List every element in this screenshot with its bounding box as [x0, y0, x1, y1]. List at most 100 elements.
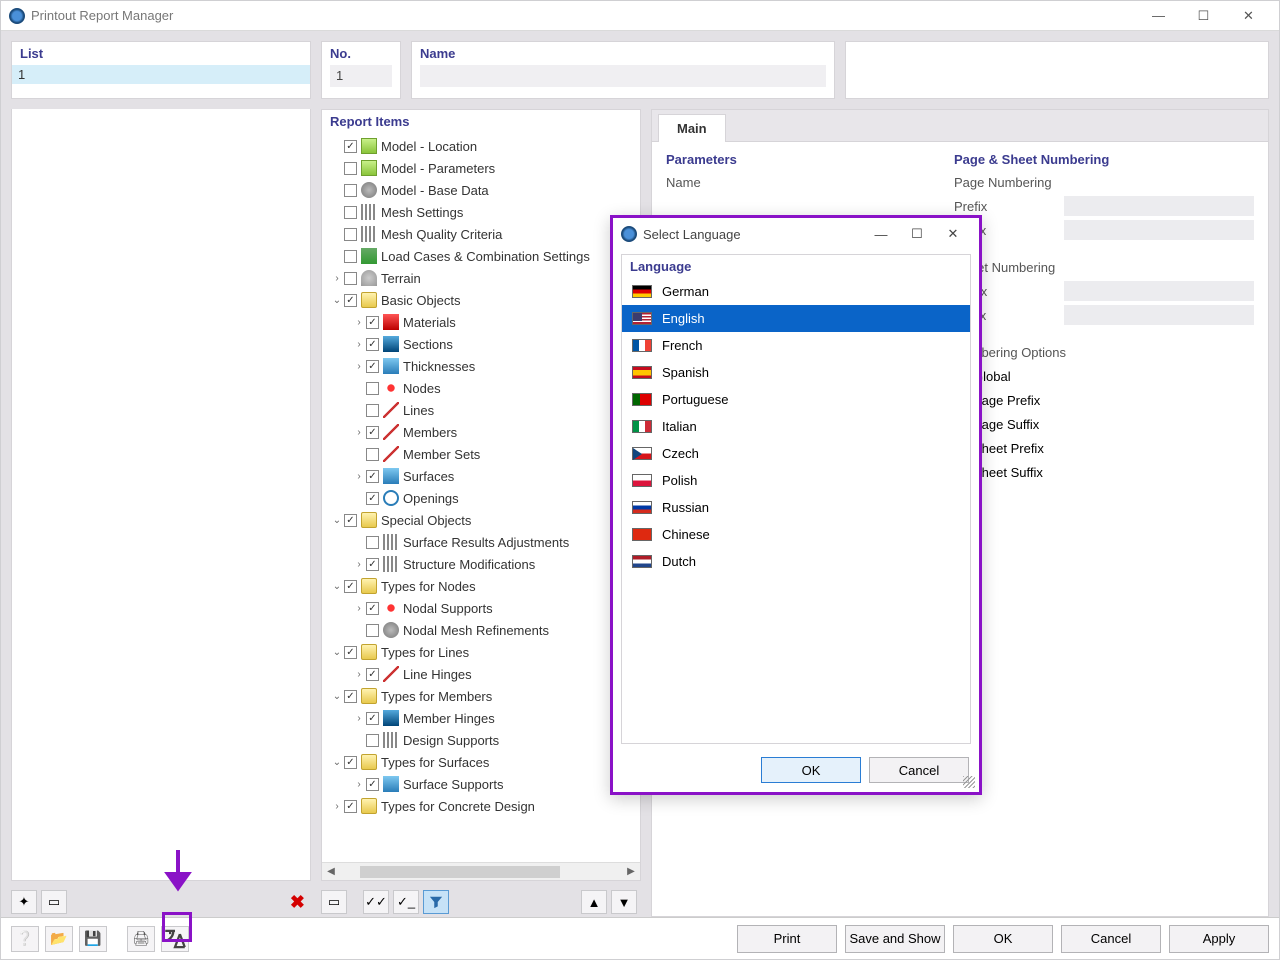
expand-icon[interactable]: ›: [352, 361, 366, 372]
tree-item[interactable]: ›Line Hinges: [322, 663, 640, 685]
copy-report-button[interactable]: ▭: [41, 890, 67, 914]
tree-item[interactable]: Surface Results Adjustments: [322, 531, 640, 553]
expand-icon[interactable]: ›: [352, 669, 366, 680]
tree-item[interactable]: Model - Parameters: [322, 157, 640, 179]
dialog-minimize-button[interactable]: —: [863, 227, 899, 242]
resize-grip-icon[interactable]: [963, 776, 975, 788]
filter-button[interactable]: [423, 890, 449, 914]
tree-item[interactable]: ›Member Hinges: [322, 707, 640, 729]
ok-button[interactable]: OK: [953, 925, 1053, 953]
tree-item[interactable]: Mesh Settings: [322, 201, 640, 223]
language-list[interactable]: GermanEnglishFrenchSpanishPortugueseItal…: [622, 278, 970, 743]
language-item-nl[interactable]: Dutch: [622, 548, 970, 575]
numbering-option[interactable]: Page Prefix: [954, 388, 1254, 412]
checkbox[interactable]: [344, 580, 357, 593]
expand-icon[interactable]: ⌄: [330, 647, 344, 658]
numbering-option[interactable]: Sheet Suffix: [954, 460, 1254, 484]
checkbox[interactable]: [366, 602, 379, 615]
language-item-ru[interactable]: Russian: [622, 494, 970, 521]
checkbox[interactable]: [366, 492, 379, 505]
checkbox[interactable]: [366, 778, 379, 791]
expand-icon[interactable]: ⌄: [330, 515, 344, 526]
copy-items-button[interactable]: ▭: [321, 890, 347, 914]
tree-item[interactable]: ›Sections: [322, 333, 640, 355]
tree-item[interactable]: ⌄Types for Nodes: [322, 575, 640, 597]
tree-item[interactable]: ›Structure Modifications: [322, 553, 640, 575]
close-button[interactable]: ✕: [1226, 2, 1271, 30]
dialog-ok-button[interactable]: OK: [761, 757, 861, 783]
sheet-prefix-input[interactable]: [1064, 281, 1254, 301]
checkbox[interactable]: [366, 624, 379, 637]
save-button[interactable]: 💾: [79, 926, 107, 952]
expand-icon[interactable]: ›: [352, 427, 366, 438]
expand-icon[interactable]: ›: [352, 339, 366, 350]
checkbox[interactable]: [344, 690, 357, 703]
language-item-cn[interactable]: Chinese: [622, 521, 970, 548]
tree-item[interactable]: ⌄Basic Objects: [322, 289, 640, 311]
tree-item[interactable]: ›Members: [322, 421, 640, 443]
report-items-tree[interactable]: Model - LocationModel - ParametersModel …: [322, 133, 640, 862]
expand-icon[interactable]: ›: [352, 603, 366, 614]
tree-item[interactable]: Design Supports: [322, 729, 640, 751]
expand-icon[interactable]: ›: [352, 471, 366, 482]
page-suffix-input[interactable]: [1064, 220, 1254, 240]
expand-icon[interactable]: ›: [330, 801, 344, 812]
move-down-button[interactable]: ▼: [611, 890, 637, 914]
delete-icon[interactable]: ✖: [290, 892, 305, 913]
open-button[interactable]: 📂: [45, 926, 73, 952]
expand-icon[interactable]: ›: [352, 559, 366, 570]
page-prefix-input[interactable]: [1064, 196, 1254, 216]
expand-icon[interactable]: ›: [352, 713, 366, 724]
tree-item[interactable]: Mesh Quality Criteria: [322, 223, 640, 245]
expand-icon[interactable]: ⌄: [330, 295, 344, 306]
expand-icon[interactable]: ⌄: [330, 757, 344, 768]
checkbox[interactable]: [366, 426, 379, 439]
expand-icon[interactable]: ⌄: [330, 691, 344, 702]
move-up-button[interactable]: ▲: [581, 890, 607, 914]
check-all-button[interactable]: ✓✓: [363, 890, 389, 914]
minimize-button[interactable]: —: [1136, 2, 1181, 30]
numbering-option[interactable]: Page Suffix: [954, 412, 1254, 436]
tree-item[interactable]: ›Surface Supports: [322, 773, 640, 795]
checkbox[interactable]: [344, 756, 357, 769]
numbering-option[interactable]: Global: [954, 364, 1254, 388]
checkbox[interactable]: [344, 228, 357, 241]
tree-item[interactable]: ›Nodal Supports: [322, 597, 640, 619]
tree-item[interactable]: ›Surfaces: [322, 465, 640, 487]
language-item-pl[interactable]: Polish: [622, 467, 970, 494]
checkbox[interactable]: [344, 206, 357, 219]
language-button[interactable]: [161, 926, 189, 952]
language-item-cz[interactable]: Czech: [622, 440, 970, 467]
checkbox[interactable]: [366, 360, 379, 373]
tree-item[interactable]: Nodal Mesh Refinements: [322, 619, 640, 641]
tree-item[interactable]: ⌄Types for Lines: [322, 641, 640, 663]
checkbox[interactable]: [344, 294, 357, 307]
checkbox[interactable]: [344, 646, 357, 659]
language-item-it[interactable]: Italian: [622, 413, 970, 440]
checkbox[interactable]: [344, 162, 357, 175]
expand-icon[interactable]: ›: [352, 317, 366, 328]
tree-item[interactable]: Openings: [322, 487, 640, 509]
expand-icon[interactable]: ›: [352, 779, 366, 790]
checkbox[interactable]: [366, 712, 379, 725]
apply-button[interactable]: Apply: [1169, 925, 1269, 953]
dialog-cancel-button[interactable]: Cancel: [869, 757, 969, 783]
checkbox[interactable]: [366, 536, 379, 549]
tree-item[interactable]: ›Thicknesses: [322, 355, 640, 377]
checkbox[interactable]: [366, 338, 379, 351]
no-value[interactable]: 1: [330, 65, 392, 87]
checkbox[interactable]: [366, 668, 379, 681]
language-item-fr[interactable]: French: [622, 332, 970, 359]
tab-main[interactable]: Main: [658, 114, 726, 142]
checkbox[interactable]: [366, 448, 379, 461]
expand-icon[interactable]: ›: [330, 273, 344, 284]
language-item-pt[interactable]: Portuguese: [622, 386, 970, 413]
tree-item[interactable]: ›Materials: [322, 311, 640, 333]
horizontal-scrollbar[interactable]: ◀▶: [322, 862, 640, 880]
checkbox[interactable]: [344, 250, 357, 263]
tree-item[interactable]: ⌄Types for Members: [322, 685, 640, 707]
checkbox[interactable]: [366, 316, 379, 329]
maximize-button[interactable]: ☐: [1181, 2, 1226, 30]
expand-icon[interactable]: ⌄: [330, 581, 344, 592]
list-item[interactable]: 1: [12, 65, 310, 84]
